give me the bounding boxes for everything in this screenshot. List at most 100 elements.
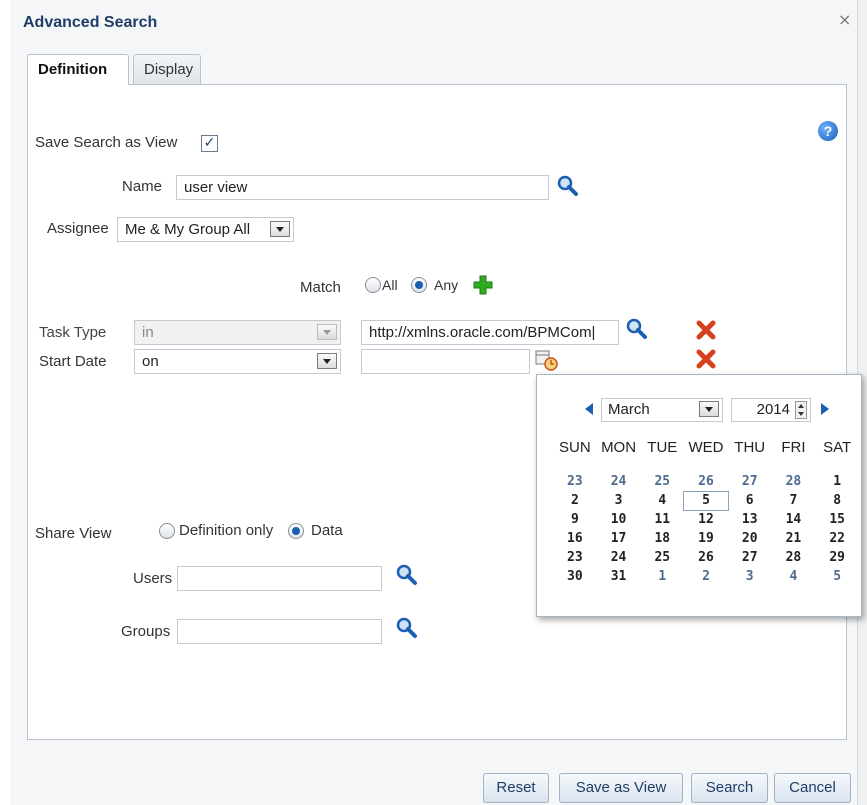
calendar-day[interactable]: 23	[553, 473, 597, 491]
close-icon[interactable]: ×	[838, 10, 851, 29]
match-all-label: All	[382, 277, 398, 293]
calendar-day[interactable]: 24	[597, 473, 641, 491]
task-type-search-icon[interactable]	[626, 318, 648, 340]
tab-definition[interactable]: Definition	[27, 54, 129, 85]
calendar-day[interactable]: 22	[815, 530, 859, 548]
calendar-days-grid: 23 24 25 26 27 28 1 2 3 4 5 6 7 8 9 10 11 12 13 14 15 16 17 18 1…	[553, 473, 859, 586]
share-definition-only-radio[interactable]	[159, 523, 175, 539]
calendar-day[interactable]: 13	[728, 511, 772, 529]
date-time-picker-icon[interactable]	[535, 349, 559, 371]
chevron-down-icon	[317, 324, 337, 340]
name-label: Name	[122, 178, 163, 195]
add-criteria-icon[interactable]	[473, 275, 493, 295]
groups-label: Groups	[121, 623, 171, 640]
calendar-day[interactable]: 10	[597, 511, 641, 529]
calendar-popup: March 2014 SUN MON TUE WED THU FRI SAT 2…	[536, 374, 862, 617]
calendar-day[interactable]: 11	[640, 511, 684, 529]
weekday-label: MON	[601, 439, 637, 456]
weekday-label: SAT	[823, 439, 852, 456]
task-type-value-input[interactable]: http://xmlns.oracle.com/BPMCom|	[361, 320, 619, 345]
chevron-down-icon	[270, 221, 290, 237]
calendar-day[interactable]: 30	[553, 568, 597, 586]
cancel-button[interactable]: Cancel	[774, 773, 851, 803]
save-as-view-button[interactable]: Save as View	[559, 773, 683, 803]
match-all-radio[interactable]	[365, 277, 381, 293]
calendar-day[interactable]: 25	[640, 549, 684, 567]
calendar-day[interactable]: 26	[684, 473, 728, 491]
assignee-select[interactable]: Me & My Group All	[117, 217, 294, 242]
start-date-input[interactable]	[361, 349, 530, 374]
calendar-day[interactable]: 18	[640, 530, 684, 548]
assignee-select-value: Me & My Group All	[125, 221, 251, 238]
month-select-value: March	[608, 401, 650, 418]
calendar-day[interactable]: 28	[772, 473, 816, 491]
calendar-day[interactable]: 24	[597, 549, 641, 567]
calendar-day[interactable]: 14	[772, 511, 816, 529]
previous-month-icon[interactable]	[583, 402, 595, 416]
tab-display[interactable]: Display	[133, 54, 201, 84]
calendar-day[interactable]: 28	[772, 549, 816, 567]
save-search-checkbox[interactable]: ✓	[201, 135, 218, 152]
calendar-day[interactable]: 27	[728, 549, 772, 567]
calendar-day[interactable]: 3	[728, 568, 772, 586]
calendar-day[interactable]: 3	[597, 492, 641, 510]
share-data-radio[interactable]	[288, 523, 304, 539]
calendar-days: 23 24 25 26 27 28 1 2 3 4 5 6 7 8 9 10 11 12 13 14 15 16 17 18 1…	[553, 473, 859, 586]
calendar-day[interactable]: 31	[597, 568, 641, 586]
calendar-day[interactable]: 4	[772, 568, 816, 586]
match-any-radio[interactable]	[411, 277, 427, 293]
calendar-day[interactable]: 5	[815, 568, 859, 586]
calendar-day[interactable]: 25	[640, 473, 684, 491]
next-month-icon[interactable]	[819, 402, 831, 416]
delete-task-type-icon[interactable]	[696, 320, 716, 340]
share-view-label: Share View	[35, 525, 112, 542]
calendar-day[interactable]: 27	[728, 473, 772, 491]
users-search-icon[interactable]	[396, 564, 418, 586]
calendar-day[interactable]: 2	[553, 492, 597, 510]
share-definition-only-label: Definition only	[179, 522, 274, 539]
save-search-label: Save Search as View	[35, 134, 178, 151]
calendar-day[interactable]: 8	[815, 492, 859, 510]
calendar-day[interactable]: 12	[684, 511, 728, 529]
weekday-label: THU	[734, 439, 766, 456]
start-date-operator-select[interactable]: on	[134, 349, 341, 374]
share-data-label: Data	[311, 522, 343, 539]
dialog-title: Advanced Search	[23, 14, 158, 31]
weekday-label: TUE	[647, 439, 678, 456]
chevron-down-icon	[317, 353, 337, 369]
search-button[interactable]: Search	[691, 773, 768, 803]
weekday-header: SUN MON TUE WED THU FRI SAT	[553, 439, 859, 456]
calendar-day[interactable]: 26	[684, 549, 728, 567]
calendar-day[interactable]: 23	[553, 549, 597, 567]
task-type-operator-select: in	[134, 320, 341, 345]
reset-button[interactable]: Reset	[483, 773, 549, 803]
calendar-day[interactable]: 29	[815, 549, 859, 567]
calendar-day[interactable]: 4	[640, 492, 684, 510]
assignee-label: Assignee	[47, 220, 109, 237]
calendar-day[interactable]: 17	[597, 530, 641, 548]
groups-search-icon[interactable]	[396, 617, 418, 639]
calendar-day[interactable]: 5	[683, 491, 729, 511]
month-select[interactable]: March	[601, 398, 723, 422]
calendar-day[interactable]: 1	[640, 568, 684, 586]
calendar-day[interactable]: 21	[772, 530, 816, 548]
calendar-day[interactable]: 19	[684, 530, 728, 548]
spinner-arrows-icon[interactable]	[795, 401, 807, 419]
calendar-day[interactable]: 20	[728, 530, 772, 548]
calendar-day[interactable]: 15	[815, 511, 859, 529]
help-icon[interactable]: ?	[818, 121, 838, 141]
calendar-day[interactable]: 2	[684, 568, 728, 586]
weekday-label: FRI	[781, 439, 806, 456]
users-input[interactable]	[177, 566, 382, 591]
groups-input[interactable]	[177, 619, 382, 644]
task-type-operator-value: in	[142, 324, 154, 341]
year-spinner[interactable]: 2014	[731, 398, 811, 422]
calendar-day[interactable]: 7	[772, 492, 816, 510]
calendar-day[interactable]: 16	[553, 530, 597, 548]
delete-start-date-icon[interactable]	[696, 349, 716, 369]
calendar-day[interactable]: 9	[553, 511, 597, 529]
name-input[interactable]: user view	[176, 175, 549, 200]
calendar-day[interactable]: 6	[728, 492, 772, 510]
calendar-day[interactable]: 1	[815, 473, 859, 491]
name-search-icon[interactable]	[557, 175, 579, 197]
